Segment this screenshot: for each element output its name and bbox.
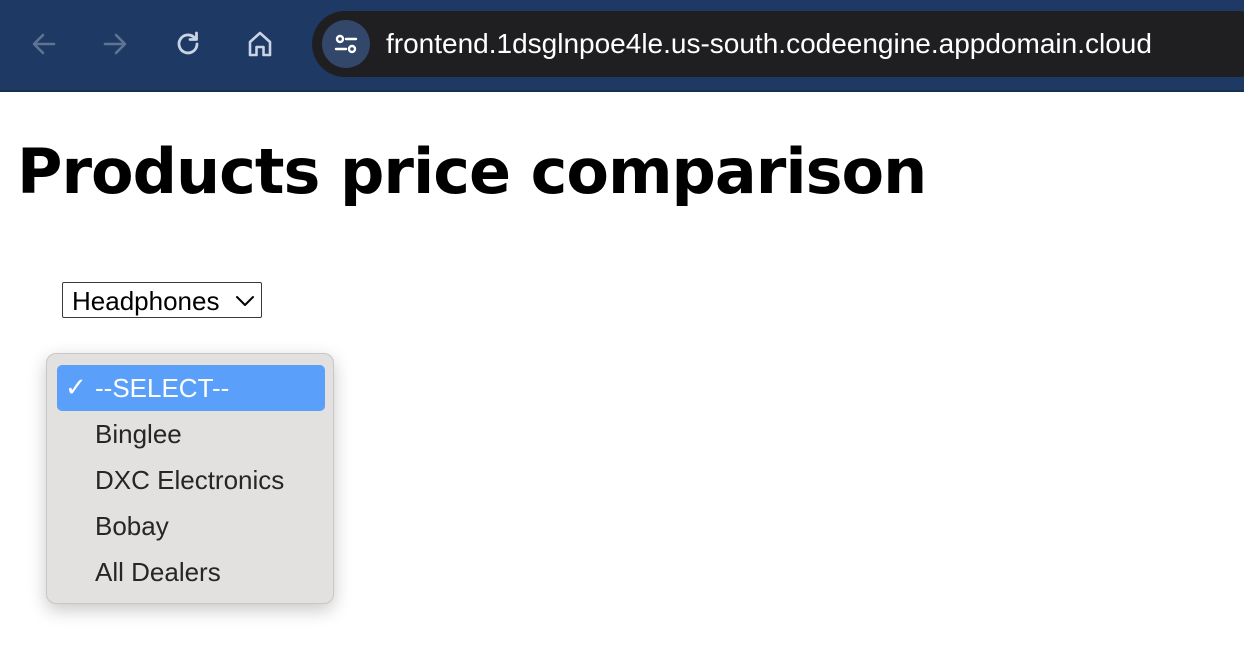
product-select[interactable]: Headphones <box>62 282 262 318</box>
dealer-option-label: --SELECT-- <box>95 373 230 403</box>
forward-button[interactable] <box>93 22 137 66</box>
home-button[interactable] <box>238 22 282 66</box>
chevron-down-icon <box>236 296 254 306</box>
back-arrow-icon <box>32 33 56 55</box>
address-bar[interactable]: frontend.1dsglnpoe4le.us-south.codeengin… <box>312 11 1244 77</box>
page-title: Products price comparison <box>17 135 927 208</box>
dealer-option-all-dealers[interactable]: All Dealers <box>57 549 325 595</box>
site-info-icon <box>334 34 358 54</box>
site-info-button[interactable] <box>322 20 370 68</box>
dealer-option-binglee[interactable]: Binglee <box>57 411 325 457</box>
home-icon <box>248 31 272 57</box>
dealer-option-dxc-electronics[interactable]: DXC Electronics <box>57 457 325 503</box>
check-icon: ✓ <box>65 373 87 403</box>
product-select-value: Headphones <box>72 286 220 316</box>
forward-arrow-icon <box>103 33 127 55</box>
dealer-option-label: All Dealers <box>95 557 221 587</box>
reload-button[interactable] <box>166 22 210 66</box>
browser-toolbar: frontend.1dsglnpoe4le.us-south.codeengin… <box>0 0 1244 92</box>
reload-icon <box>177 31 199 55</box>
back-button[interactable] <box>22 22 66 66</box>
dealer-option-select[interactable]: ✓ --SELECT-- <box>57 365 325 411</box>
dealer-option-label: DXC Electronics <box>95 465 285 495</box>
url-text[interactable]: frontend.1dsglnpoe4le.us-south.codeengin… <box>386 28 1152 60</box>
dealer-option-bobay[interactable]: Bobay <box>57 503 325 549</box>
dealer-option-label: Binglee <box>95 419 182 449</box>
dealer-dropdown-list: ✓ --SELECT-- Binglee DXC Electronics Bob… <box>46 353 334 604</box>
dealer-option-label: Bobay <box>95 511 169 541</box>
